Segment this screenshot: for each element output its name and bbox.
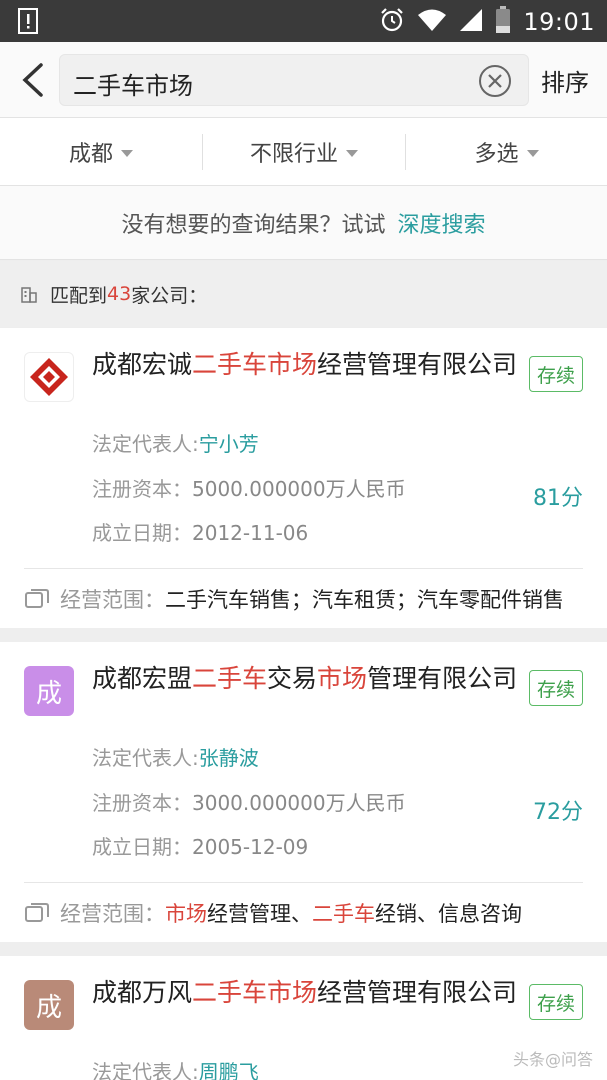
capital-row: 注册资本：5000.000000万人民币 xyxy=(92,477,406,501)
score: 81分 xyxy=(533,486,583,511)
filter-industry[interactable]: 不限行业 xyxy=(203,118,405,186)
company-card[interactable]: 成 成都万风二手车市场经营管理有限公司 存续 法定代表人:周鹏飞 头条@问答 xyxy=(0,956,607,1080)
company-name: 成都宏盟二手车交易市场管理有限公司 xyxy=(92,662,527,696)
business-scope: 经营范围： 市场经营管理、二手车经销、信息咨询 xyxy=(24,898,583,928)
capital-row: 注册资本：3000.000000万人民币 xyxy=(92,791,406,815)
dropdown-caret-icon xyxy=(121,149,133,157)
company-logo-icon xyxy=(30,358,68,396)
chevron-left-icon xyxy=(22,63,43,97)
status-bar: 19:01 xyxy=(0,0,607,42)
clear-icon xyxy=(479,65,511,97)
company-name: 成都宏诚二手车市场经营管理有限公司 xyxy=(92,348,527,382)
legal-rep-link[interactable]: 张静波 xyxy=(199,746,259,770)
text-segment: 二手汽车销售；汽车租赁；汽车零配件销售 xyxy=(165,588,564,612)
signal-icon xyxy=(459,8,483,36)
company-name: 成都万风二手车市场经营管理有限公司 xyxy=(92,976,527,1010)
text-segment: 成都宏诚 xyxy=(92,350,193,379)
status-badge: 存续 xyxy=(529,356,583,392)
business-scope: 经营范围： 二手汽车销售；汽车租赁；汽车零配件销售 xyxy=(24,584,583,614)
text-segment: 经营管理有限公司 xyxy=(317,978,518,1007)
company-card[interactable]: 成都宏诚二手车市场经营管理有限公司 存续 法定代表人:宁小芳 注册资本：5000… xyxy=(0,328,607,628)
building-icon xyxy=(21,287,37,303)
status-badge: 存续 xyxy=(529,984,583,1020)
legal-rep-link[interactable]: 周鹏飞 xyxy=(199,1060,259,1080)
clear-search-button[interactable] xyxy=(478,64,512,98)
search-input[interactable]: 二手车市场 xyxy=(59,54,529,106)
text-segment: 成都万风 xyxy=(92,978,193,1007)
text-segment: 成都宏盟 xyxy=(92,664,193,693)
clock-time: 19:01 xyxy=(523,8,595,36)
filter-city[interactable]: 成都 xyxy=(0,118,202,186)
company-logo: 成 xyxy=(24,666,74,716)
scope-icon xyxy=(25,589,49,608)
text-segment: 交易 xyxy=(267,664,318,693)
back-button[interactable] xyxy=(10,56,54,104)
results-count-number: 43 xyxy=(107,283,132,305)
company-logo xyxy=(24,352,74,402)
legal-rep-row: 法定代表人:张静波 xyxy=(92,746,259,770)
highlighted-keyword: 二手车市场 xyxy=(192,350,318,379)
company-logo: 成 xyxy=(24,980,74,1030)
legal-rep-row: 法定代表人:宁小芳 xyxy=(92,432,259,456)
dropdown-caret-icon xyxy=(346,149,358,157)
no-result-hint: 没有想要的查询结果？试试 深度搜索 xyxy=(0,186,607,260)
watermark: 头条@问答 xyxy=(512,1050,593,1069)
founded-date-row: 成立日期：2005-12-09 xyxy=(92,835,309,859)
filter-multi-select[interactable]: 多选 xyxy=(406,118,607,186)
highlighted-keyword: 二手车 xyxy=(192,664,268,693)
battery-icon xyxy=(495,6,511,38)
text-segment: 经营管理有限公司 xyxy=(317,350,518,379)
legal-rep-link[interactable]: 宁小芳 xyxy=(199,432,259,456)
highlighted-keyword: 市场 xyxy=(165,902,207,926)
alarm-icon xyxy=(379,7,405,37)
text-segment: 经营管理、 xyxy=(207,902,312,926)
dropdown-caret-icon xyxy=(526,149,539,157)
wifi-icon xyxy=(417,8,447,36)
highlighted-keyword: 二手车 xyxy=(312,902,375,926)
deep-search-link[interactable]: 深度搜索 xyxy=(398,207,486,239)
search-query-text: 二手车市场 xyxy=(73,72,193,100)
legal-rep-row: 法定代表人:周鹏飞 xyxy=(92,1056,259,1080)
company-card[interactable]: 成 成都宏盟二手车交易市场管理有限公司 存续 法定代表人:张静波 注册资本：30… xyxy=(0,642,607,942)
sort-button[interactable]: 排序 xyxy=(541,63,589,98)
status-badge: 存续 xyxy=(529,670,583,706)
highlighted-keyword: 二手车市场 xyxy=(192,978,318,1007)
filter-bar: 成都 不限行业 多选 xyxy=(0,118,607,186)
results-count: 匹配到 43 家公司： xyxy=(0,261,607,327)
scope-icon xyxy=(25,903,49,922)
highlighted-keyword: 市场 xyxy=(317,664,368,693)
text-segment: 管理有限公司 xyxy=(367,664,518,693)
notification-icon xyxy=(18,8,38,38)
search-header: 二手车市场 排序 xyxy=(0,42,607,118)
text-segment: 经销、信息咨询 xyxy=(375,902,522,926)
score: 72分 xyxy=(533,800,583,825)
founded-date-row: 成立日期：2012-11-06 xyxy=(92,521,309,545)
